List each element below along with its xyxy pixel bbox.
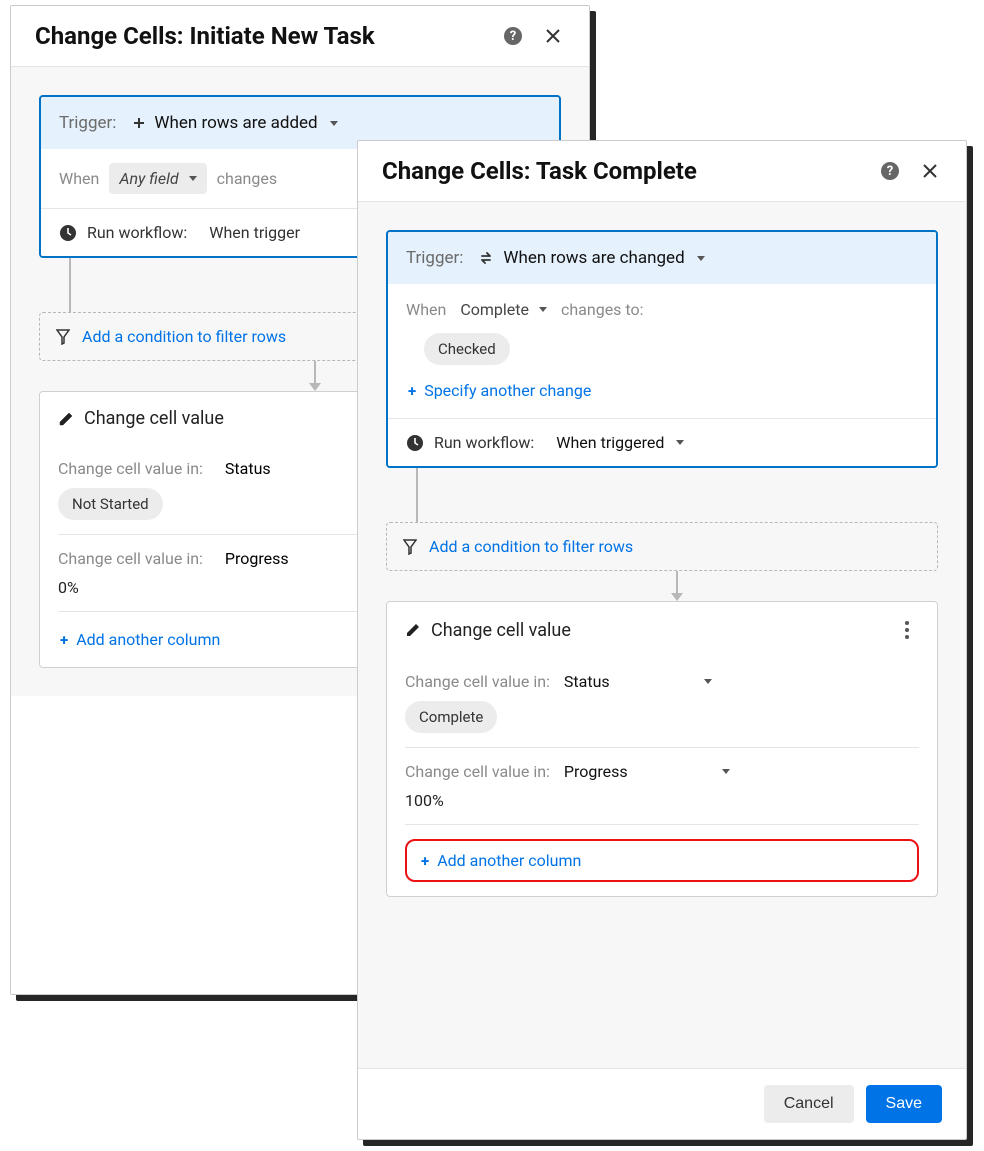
when-field-value: Any field [119, 169, 178, 188]
modal-header: Change Cells: Task Complete ? [358, 141, 966, 202]
cancel-button[interactable]: Cancel [764, 1085, 854, 1123]
svg-text:?: ? [887, 164, 893, 179]
save-button[interactable]: Save [866, 1085, 942, 1123]
chevron-down-icon [330, 121, 338, 126]
trigger-type-select[interactable]: When rows are added [132, 113, 337, 133]
trigger-card: Trigger: When rows are changed When Comp… [386, 230, 938, 468]
when-label: When [59, 169, 99, 188]
change-icon [479, 250, 495, 266]
chevron-down-icon [722, 769, 730, 774]
trigger-label: Trigger: [59, 113, 116, 133]
trigger-header: Trigger: When rows are changed [388, 232, 936, 284]
chevron-down-icon [539, 307, 547, 312]
when-section: When Complete changes to: Checked + Spec… [388, 284, 936, 419]
changes-label: changes [217, 169, 277, 188]
changes-to-value[interactable]: Checked [424, 333, 510, 365]
modal-task-complete: Change Cells: Task Complete ? Trigger: W… [357, 140, 967, 1140]
add-column-label: Add another column [76, 630, 220, 649]
run-workflow-select[interactable]: When triggered [556, 433, 684, 452]
modal-title: Change Cells: Task Complete [382, 157, 862, 185]
run-workflow-label: Run workflow: [87, 223, 187, 242]
connector-line [69, 258, 71, 312]
plus-icon: + [421, 852, 429, 870]
add-column-section: + Add another column [387, 825, 937, 896]
specify-another-change-button[interactable]: + Specify another change [406, 377, 918, 404]
col2-field-select[interactable]: Progress [564, 762, 730, 781]
when-field-select[interactable]: Any field [109, 163, 206, 194]
trigger-type-value: When rows are changed [503, 248, 684, 268]
add-condition-link[interactable]: Add a condition to filter rows [82, 327, 286, 346]
add-condition-link[interactable]: Add a condition to filter rows [429, 537, 633, 556]
add-another-column-button[interactable]: + Add another column [419, 847, 583, 874]
col1-label: Change cell value in: [405, 672, 550, 691]
filter-icon [403, 539, 417, 555]
clock-icon [59, 224, 77, 242]
plus-icon [132, 116, 146, 130]
when-label: When [406, 300, 446, 319]
clock-icon [406, 434, 424, 452]
pencil-icon [405, 622, 421, 638]
change-column-1: Change cell value in: Status Complete [387, 658, 937, 747]
modal-title: Change Cells: Initiate New Task [35, 22, 485, 50]
svg-text:?: ? [510, 29, 516, 44]
more-options-icon[interactable] [895, 618, 919, 642]
action-header: Change cell value [387, 602, 937, 658]
connector-arrow [416, 571, 938, 601]
filter-icon [56, 329, 70, 345]
chevron-down-icon [189, 176, 197, 181]
col2-label: Change cell value in: [405, 762, 550, 781]
help-icon[interactable]: ? [501, 24, 525, 48]
close-icon[interactable] [541, 24, 565, 48]
trigger-type-select[interactable]: When rows are changed [479, 248, 704, 268]
add-column-label: Add another column [437, 851, 581, 870]
when-field-value: Complete [460, 300, 529, 319]
col1-field: Status [564, 672, 610, 691]
modal-footer: Cancel Save [358, 1068, 966, 1139]
pencil-icon [58, 411, 74, 427]
add-column-highlight: + Add another column [405, 839, 919, 882]
plus-icon: + [60, 631, 68, 649]
run-workflow-label: Run workflow: [434, 433, 534, 452]
plus-icon: + [408, 382, 416, 400]
run-workflow-section: Run workflow: When triggered [388, 419, 936, 466]
col2-field: Progress [564, 762, 628, 781]
col1-field-select[interactable]: Status [564, 672, 712, 691]
action-title: Change cell value [84, 408, 224, 429]
trigger-type-value: When rows are added [154, 113, 317, 133]
modal-body: Trigger: When rows are changed When Comp… [358, 202, 966, 1068]
condition-placeholder[interactable]: Add a condition to filter rows [386, 522, 938, 571]
col1-field[interactable]: Status [225, 459, 271, 478]
chevron-down-icon [676, 440, 684, 445]
col2-field[interactable]: Progress [225, 549, 289, 568]
run-workflow-value: When trigger [209, 223, 300, 242]
changes-to-label: changes to: [561, 300, 644, 319]
chevron-down-icon [704, 679, 712, 684]
when-field-select[interactable]: Complete [456, 298, 551, 321]
col2-value[interactable]: 100% [405, 791, 919, 810]
trigger-label: Trigger: [406, 248, 463, 268]
help-icon[interactable]: ? [878, 159, 902, 183]
col1-label: Change cell value in: [58, 459, 203, 478]
connector-line [416, 468, 418, 522]
col2-label: Change cell value in: [58, 549, 203, 568]
chevron-down-icon [697, 256, 705, 261]
close-icon[interactable] [918, 159, 942, 183]
action-title: Change cell value [431, 620, 571, 641]
specify-another-label: Specify another change [424, 381, 591, 400]
modal-header: Change Cells: Initiate New Task ? [11, 6, 589, 67]
col1-value-pill[interactable]: Complete [405, 701, 497, 733]
action-card: Change cell value Change cell value in: … [386, 601, 938, 897]
run-workflow-value: When triggered [556, 433, 664, 452]
change-column-2: Change cell value in: Progress 100% [387, 748, 937, 824]
col1-value-pill[interactable]: Not Started [58, 488, 163, 520]
